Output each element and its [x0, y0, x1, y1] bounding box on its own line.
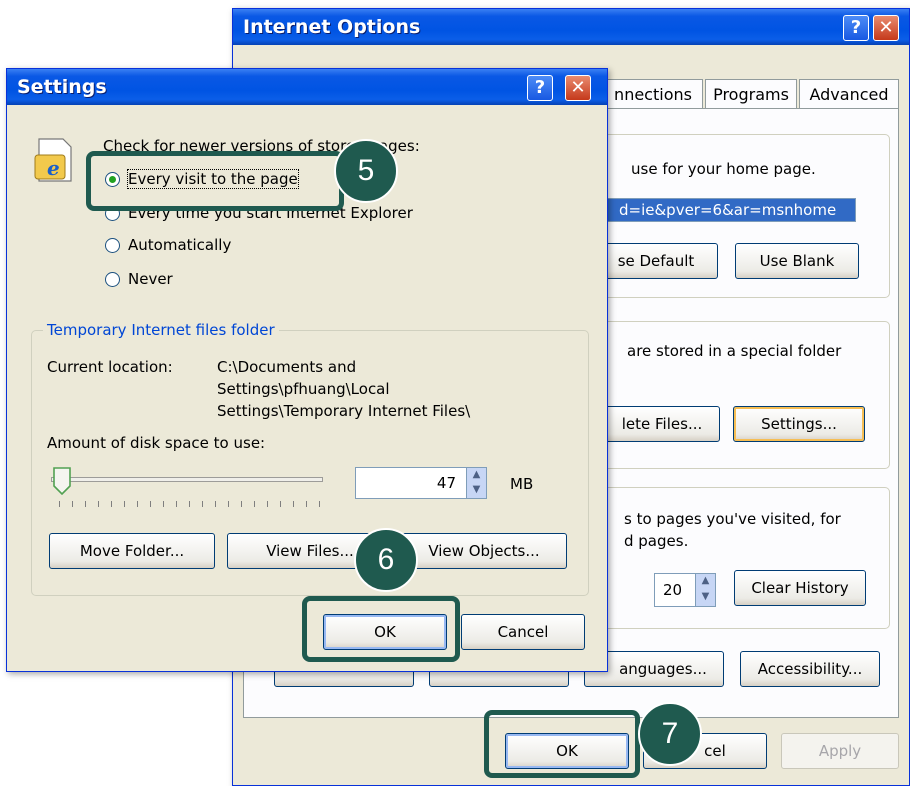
- disk-space-stepper[interactable]: 47 ▲ ▼: [355, 467, 487, 499]
- disk-space-slider[interactable]: [51, 467, 325, 513]
- tab-programs[interactable]: Programs: [705, 79, 797, 109]
- clear-history-button[interactable]: Clear History: [734, 570, 866, 606]
- callout-badge-step5-number: 5: [357, 154, 375, 187]
- settings-cancel-label: Cancel: [497, 623, 549, 641]
- settings-button-label: Settings...: [761, 415, 837, 433]
- current-location-line3: Settings\Temporary Internet Files\: [217, 402, 471, 420]
- radio-never-label[interactable]: Never: [128, 270, 173, 288]
- settings-button[interactable]: Settings...: [733, 406, 865, 442]
- tab-connections-label: nnections: [614, 85, 692, 104]
- callout-badge-step7-number: 7: [661, 717, 679, 750]
- disk-space-value: 47: [436, 474, 456, 492]
- internet-options-titlebar[interactable]: Internet Options ? ✕: [233, 9, 909, 45]
- accessibility-button[interactable]: Accessibility...: [740, 651, 880, 687]
- internet-options-title: Internet Options: [243, 16, 421, 38]
- internet-options-cancel-label: cel: [704, 742, 726, 760]
- settings-close-icon[interactable]: ✕: [565, 75, 591, 101]
- radio-never[interactable]: [105, 272, 120, 287]
- slider-ticks: [59, 501, 321, 507]
- slider-thumb-icon[interactable]: [53, 467, 71, 495]
- callout-badge-step5: 5: [334, 139, 398, 203]
- callout-box-step7: [484, 710, 640, 778]
- close-icon[interactable]: ✕: [873, 15, 899, 41]
- history-days-spin-icon[interactable]: ▲ ▼: [695, 574, 715, 606]
- tab-advanced[interactable]: Advanced: [799, 79, 899, 109]
- current-location-line1: C:\Documents and: [217, 358, 357, 376]
- home-page-text: use for your home page.: [631, 160, 816, 178]
- view-objects-button[interactable]: View Objects...: [401, 533, 567, 569]
- internet-explorer-page-icon: e: [33, 135, 75, 185]
- settings-cancel-button[interactable]: Cancel: [461, 614, 585, 650]
- current-location-line2: Settings\pfhuang\Local: [217, 380, 390, 398]
- apply-label: Apply: [818, 742, 862, 760]
- move-folder-label: Move Folder...: [79, 542, 185, 560]
- delete-files-button[interactable]: lete Files...: [604, 406, 720, 442]
- history-days-stepper[interactable]: 20 ▲ ▼: [654, 573, 716, 607]
- accessibility-label: Accessibility...: [757, 660, 863, 678]
- clear-history-label: Clear History: [751, 579, 849, 597]
- use-blank-label: Use Blank: [759, 252, 835, 270]
- disk-space-unit: MB: [510, 475, 534, 493]
- callout-badge-step6: 6: [354, 528, 418, 592]
- callout-badge-step6-number: 6: [377, 543, 395, 576]
- view-files-label: View Files...: [266, 542, 354, 560]
- settings-title: Settings: [17, 76, 107, 98]
- disk-space-spin-icon[interactable]: ▲ ▼: [466, 468, 486, 498]
- help-icon[interactable]: ?: [843, 15, 869, 41]
- tab-advanced-label: Advanced: [809, 85, 889, 104]
- radio-automatically-label[interactable]: Automatically: [128, 236, 231, 254]
- home-page-address-input[interactable]: d=ie&pver=6&ar=msnhome: [604, 198, 856, 222]
- callout-badge-step7: 7: [638, 702, 702, 766]
- move-folder-button[interactable]: Move Folder...: [49, 533, 215, 569]
- disk-space-label: Amount of disk space to use:: [47, 434, 266, 452]
- apply-button[interactable]: Apply: [781, 733, 899, 769]
- view-objects-label: View Objects...: [428, 542, 540, 560]
- tab-programs-label: Programs: [713, 85, 789, 104]
- temp-folder-group-label: Temporary Internet files folder: [43, 321, 279, 339]
- callout-box-step5: [86, 151, 344, 211]
- history-text-1: s to pages you've visited, for: [624, 510, 841, 528]
- callout-box-step6: [302, 596, 460, 662]
- tab-connections[interactable]: nnections: [603, 79, 703, 109]
- svg-text:e: e: [47, 156, 60, 180]
- current-location-label: Current location:: [47, 358, 173, 376]
- temp-files-text: are stored in a special folder: [627, 342, 842, 360]
- radio-automatically[interactable]: [105, 238, 120, 253]
- home-page-address-value: d=ie&pver=6&ar=msnhome: [619, 201, 837, 219]
- settings-help-icon[interactable]: ?: [527, 75, 553, 101]
- use-blank-button[interactable]: Use Blank: [735, 243, 859, 279]
- history-text-2: d pages.: [624, 532, 689, 550]
- use-default-button[interactable]: se Default: [594, 243, 718, 279]
- delete-files-label: lete Files...: [621, 415, 703, 433]
- use-default-label: se Default: [617, 252, 695, 270]
- slider-track: [51, 477, 323, 482]
- settings-titlebar[interactable]: Settings ? ✕: [7, 69, 607, 105]
- languages-label: anguages...: [619, 660, 707, 678]
- history-days-value: 20: [663, 581, 683, 599]
